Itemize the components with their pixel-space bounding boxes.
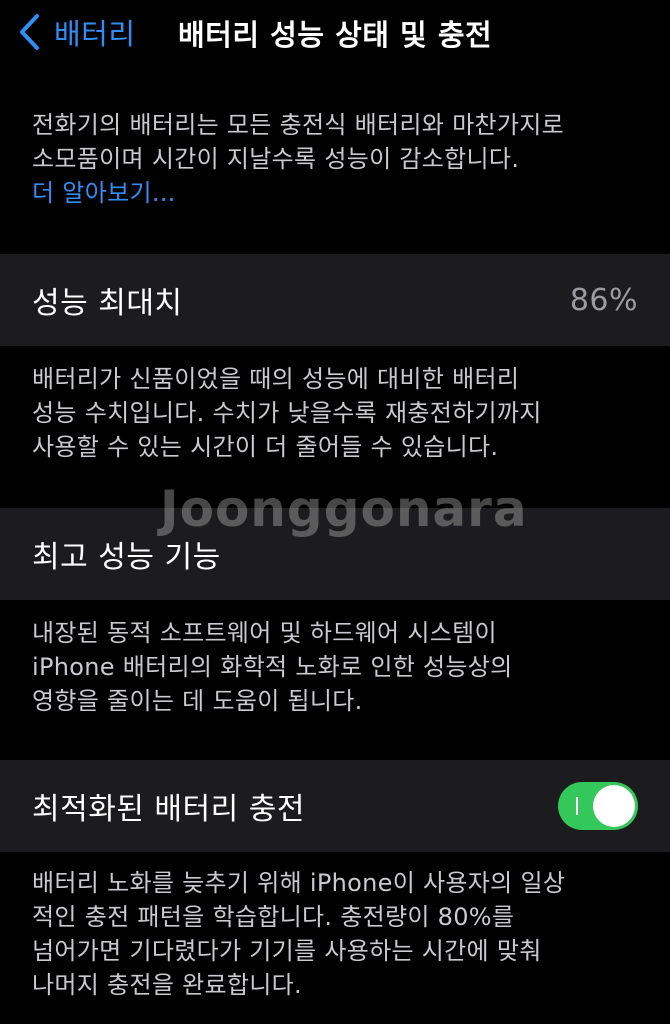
- footer-line: 넘어가면 기다렸다가 기기를 사용하는 시간에 맞춰: [32, 937, 542, 965]
- footer-line: 성능 수치입니다. 수치가 낮을수록 재충전하기까지: [32, 399, 542, 427]
- back-button[interactable]: 배터리: [18, 10, 136, 54]
- peak-performance-label: 최고 성능 기능: [32, 540, 221, 575]
- toggle-knob: [593, 785, 635, 827]
- footer-line: 나머지 충전을 완료합니다.: [32, 971, 302, 999]
- back-label: 배터리: [54, 17, 136, 51]
- max-capacity-label: 성능 최대치: [32, 286, 183, 321]
- optimized-charging-label: 최적화된 배터리 충전: [32, 792, 305, 827]
- max-capacity-footer: 배터리가 신품이었을 때의 성능에 대비한 배터리 성능 수치입니다. 수치가 …: [32, 362, 652, 464]
- chevron-left-icon: [18, 13, 40, 51]
- footer-line: 배터리가 신품이었을 때의 성능에 대비한 배터리: [32, 365, 520, 393]
- optimized-charging-row: 최적화된 배터리 충전: [0, 760, 670, 852]
- footer-line: 배터리 노화를 늦추기 위해 iPhone이 사용자의 일상: [32, 869, 566, 897]
- peak-performance-footer: 내장된 동적 소프트웨어 및 하드웨어 시스템이 iPhone 배터리의 화학적…: [32, 616, 652, 718]
- optimized-charging-footer: 배터리 노화를 늦추기 위해 iPhone이 사용자의 일상 적인 충전 패턴을…: [32, 866, 652, 1002]
- footer-line: iPhone 배터리의 화학적 노화로 인한 성능상의: [32, 653, 513, 681]
- intro-line: 전화기의 배터리는 모든 충전식 배터리와 마찬가지로: [32, 111, 565, 139]
- footer-line: 적인 충전 패턴을 학습합니다. 충전량이 80%를: [32, 903, 515, 931]
- toggle-on-indicator: [576, 797, 578, 815]
- max-capacity-value: 86%: [569, 282, 638, 318]
- footer-line: 내장된 동적 소프트웨어 및 하드웨어 시스템이: [32, 619, 497, 647]
- learn-more-link[interactable]: 더 알아보기...: [32, 176, 652, 210]
- intro-description: 전화기의 배터리는 모든 충전식 배터리와 마찬가지로 소모품이며 시간이 지날…: [32, 108, 652, 210]
- watermark: Joonggonara: [160, 480, 528, 538]
- intro-line: 소모품이며 시간이 지날수록 성능이 감소합니다.: [32, 145, 520, 173]
- optimized-charging-toggle[interactable]: [558, 782, 638, 830]
- navigation-bar: 배터리 배터리 성능 상태 및 충전: [0, 0, 670, 70]
- footer-line: 사용할 수 있는 시간이 더 줄어들 수 있습니다.: [32, 433, 499, 461]
- max-capacity-row: 성능 최대치 86%: [0, 254, 670, 346]
- page-title: 배터리 성능 상태 및 충전: [178, 18, 493, 52]
- footer-line: 영향을 줄이는 데 도움이 됩니다.: [32, 687, 363, 715]
